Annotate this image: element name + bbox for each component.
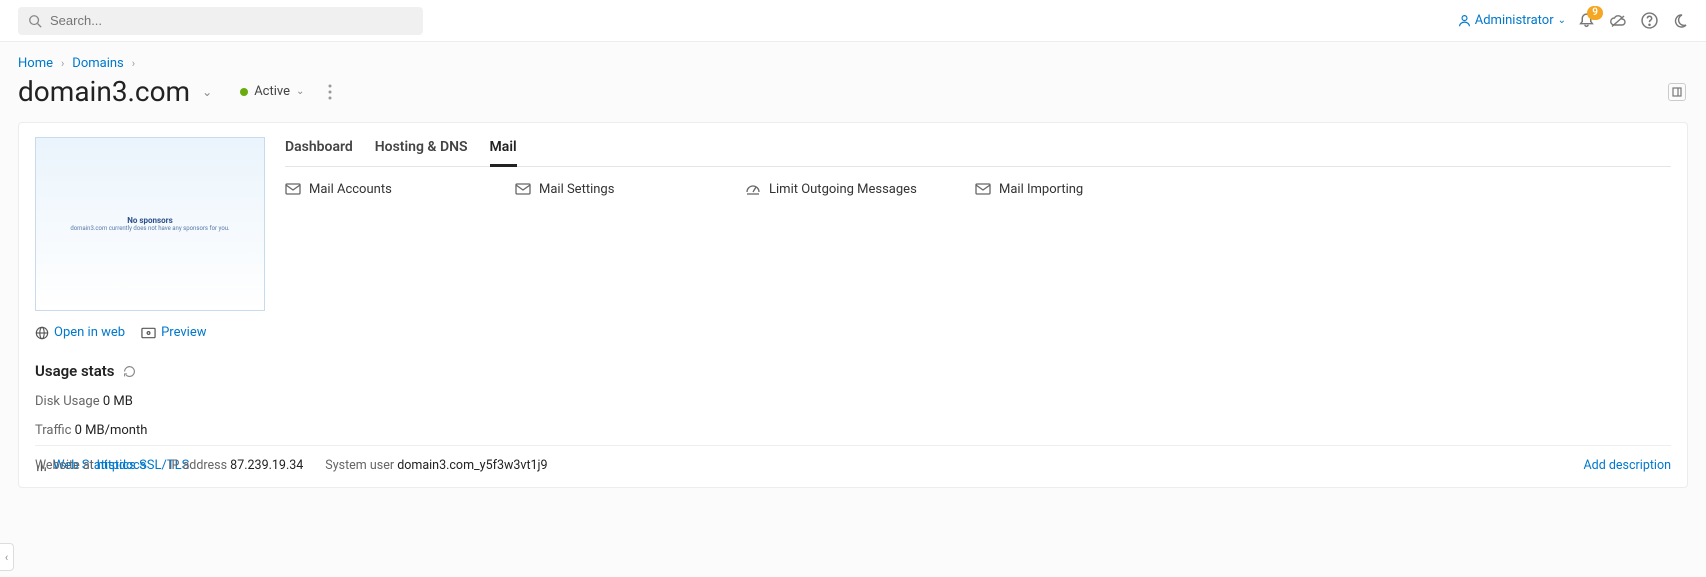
breadcrumb: Home › Domains › xyxy=(0,42,1706,71)
ip-value: 87.239.19.34 xyxy=(230,458,303,473)
main-panel: Dashboard Hosting & DNS Mail Mail Accoun… xyxy=(285,137,1671,473)
mail-settings-label: Mail Settings xyxy=(539,182,614,197)
chevron-down-icon: ⌄ xyxy=(296,86,304,97)
mail-importing-label: Mail Importing xyxy=(999,182,1083,197)
status-dot-icon xyxy=(240,88,248,96)
title-chevron-down-icon[interactable]: ⌄ xyxy=(202,85,212,99)
user-name: Administrator xyxy=(1475,13,1554,28)
user-icon xyxy=(1458,14,1471,27)
preview-heading: No sponsors xyxy=(70,216,229,225)
status-dropdown[interactable]: Active ⌄ xyxy=(240,84,304,99)
website-at: Website at httpdocs xyxy=(35,458,146,473)
refresh-icon[interactable] xyxy=(123,365,136,378)
system-user: System user domain3.com_y5f3w3vt1j9 xyxy=(325,458,547,473)
collapse-panel-button[interactable] xyxy=(1668,83,1686,101)
ip-address: IP address 87.239.19.34 xyxy=(168,458,303,473)
more-actions-button[interactable] xyxy=(328,84,332,100)
disk-usage-value: 0 MB xyxy=(103,394,133,409)
chevron-right-icon: › xyxy=(132,57,135,70)
topbar: Administrator ⌄ 9 xyxy=(0,0,1706,42)
page-title: domain3.com xyxy=(18,75,190,108)
envelope-icon xyxy=(285,181,301,197)
notifications-button[interactable]: 9 xyxy=(1578,12,1595,29)
notification-badge: 9 xyxy=(1587,6,1603,20)
open-in-web-link[interactable]: Open in web xyxy=(35,325,125,340)
search-input[interactable] xyxy=(50,13,413,28)
globe-icon xyxy=(35,326,49,340)
tab-hosting-dns[interactable]: Hosting & DNS xyxy=(375,137,468,167)
disk-usage-label: Disk Usage xyxy=(35,394,100,409)
chevron-right-icon: › xyxy=(61,57,64,70)
status-label: Active xyxy=(254,84,290,99)
limit-outgoing-label: Limit Outgoing Messages xyxy=(769,182,917,197)
sidebar-collapse-handle[interactable]: ‹ xyxy=(0,543,14,571)
limit-icon xyxy=(745,181,761,197)
page-title-row: domain3.com ⌄ Active ⌄ xyxy=(0,71,1706,122)
traffic-row: Traffic 0 MB/month xyxy=(35,423,267,438)
preview-icon xyxy=(141,327,156,339)
mail-settings-link[interactable]: Mail Settings xyxy=(515,181,725,197)
disk-usage-row: Disk Usage 0 MB xyxy=(35,394,267,409)
preview-label: Preview xyxy=(161,325,206,340)
httpdocs-link[interactable]: httpdocs xyxy=(97,458,146,473)
sidebar: No sponsors domain3.com currently does n… xyxy=(35,137,267,473)
sysuser-value: domain3.com_y5f3w3vt1j9 xyxy=(397,458,547,473)
open-in-web-label: Open in web xyxy=(54,325,125,340)
traffic-label: Traffic xyxy=(35,423,71,438)
breadcrumb-home[interactable]: Home xyxy=(18,56,53,71)
preview-link[interactable]: Preview xyxy=(141,325,206,340)
traffic-value: 0 MB/month xyxy=(75,423,148,438)
add-description-link[interactable]: Add description xyxy=(1584,458,1671,473)
footer-row: Website at httpdocs IP address 87.239.19… xyxy=(35,445,1671,473)
top-icons: 9 xyxy=(1578,12,1688,30)
envelope-gear-icon xyxy=(515,181,531,197)
search-icon xyxy=(28,14,42,28)
theme-button[interactable] xyxy=(1672,13,1688,29)
domain-card: No sponsors domain3.com currently does n… xyxy=(18,122,1688,488)
cloud-button[interactable] xyxy=(1609,12,1627,30)
tab-dashboard[interactable]: Dashboard xyxy=(285,137,353,167)
help-button[interactable] xyxy=(1641,12,1658,29)
tab-mail[interactable]: Mail xyxy=(490,137,517,167)
preview-content: No sponsors domain3.com currently does n… xyxy=(70,216,229,232)
tabs: Dashboard Hosting & DNS Mail xyxy=(285,137,1671,167)
mail-accounts-label: Mail Accounts xyxy=(309,182,392,197)
breadcrumb-domains[interactable]: Domains xyxy=(72,56,123,71)
chevron-down-icon: ⌄ xyxy=(1558,15,1566,26)
mail-accounts-link[interactable]: Mail Accounts xyxy=(285,181,495,197)
user-menu[interactable]: Administrator ⌄ xyxy=(1458,13,1566,28)
mail-options: Mail Accounts Mail Settings Limit Outgoi… xyxy=(285,181,1671,197)
search-box[interactable] xyxy=(18,7,423,35)
limit-outgoing-link[interactable]: Limit Outgoing Messages xyxy=(745,181,955,197)
envelope-import-icon xyxy=(975,181,991,197)
site-preview[interactable]: No sponsors domain3.com currently does n… xyxy=(35,137,265,311)
preview-subtext: domain3.com currently does not have any … xyxy=(70,225,229,232)
mail-importing-link[interactable]: Mail Importing xyxy=(975,181,1185,197)
usage-stats-heading: Usage stats xyxy=(35,362,267,380)
